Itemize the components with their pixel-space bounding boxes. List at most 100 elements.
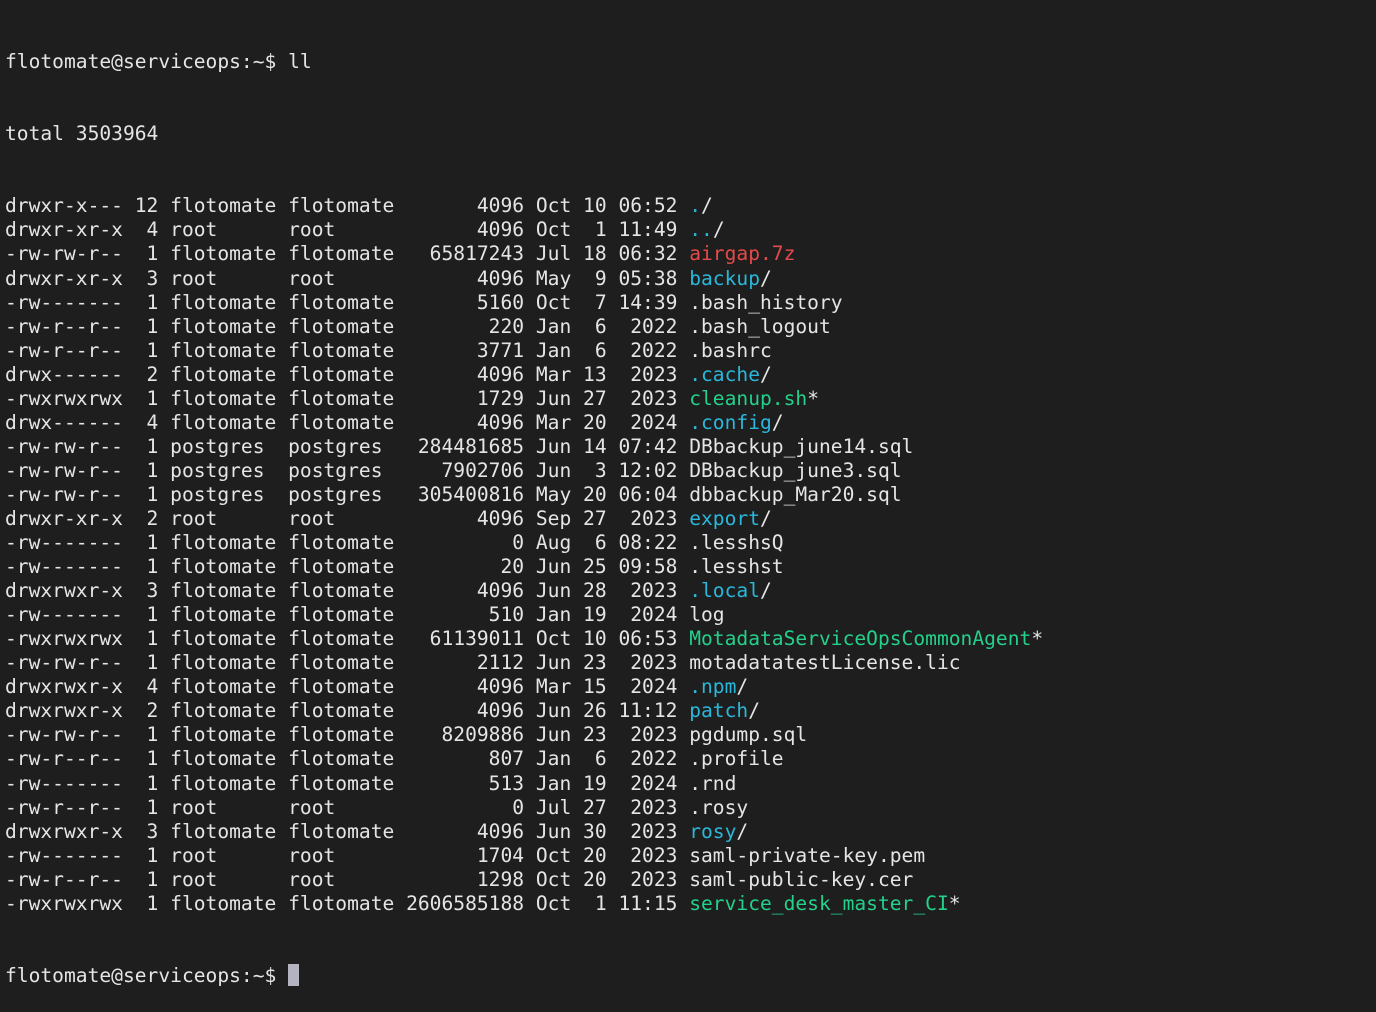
group: root	[288, 218, 407, 242]
file-name: MotadataServiceOpsCommonAgent	[689, 627, 1032, 651]
file-name: rosy	[689, 819, 737, 843]
permissions: -rw-------	[5, 771, 135, 795]
day: 10	[583, 627, 619, 651]
time-or-year: 2024	[618, 603, 690, 627]
file-row: drwxr-xr-x 3 root root 4096 May 9 05:38 …	[5, 267, 1371, 291]
day: 6	[583, 747, 619, 771]
group: postgres	[288, 482, 407, 506]
link-count: 1	[134, 843, 171, 867]
file-row: drwxrwxr-x 4 flotomate flotomate 4096 Ma…	[5, 675, 1371, 699]
file-name: .bashrc	[689, 338, 772, 362]
current-prompt-line[interactable]: flotomate@serviceops:~$	[5, 963, 1371, 988]
type-indicator: /	[760, 579, 772, 603]
file-listing: drwxr-x--- 12 flotomate flotomate 4096 O…	[5, 194, 1371, 915]
link-count: 1	[134, 531, 171, 555]
time-or-year: 2023	[618, 795, 690, 819]
day: 28	[583, 579, 619, 603]
file-name: pgdump.sql	[689, 723, 808, 747]
file-row: -rw-rw-r-- 1 flotomate flotomate 2112 Ju…	[5, 651, 1371, 675]
day: 19	[583, 771, 619, 795]
file-size: 2112	[406, 651, 536, 675]
owner: flotomate	[170, 675, 289, 699]
month: Jan	[535, 771, 584, 795]
type-indicator: /	[701, 194, 713, 218]
time-or-year: 2023	[618, 651, 690, 675]
day: 20	[583, 482, 619, 506]
file-size: 1704	[406, 843, 536, 867]
file-row: -rw-rw-r-- 1 postgres postgres 305400816…	[5, 483, 1371, 507]
month: Mar	[535, 675, 584, 699]
owner: flotomate	[170, 242, 289, 266]
day: 27	[583, 386, 619, 410]
time-or-year: 2022	[618, 314, 690, 338]
file-size: 65817243	[406, 242, 536, 266]
link-count: 1	[134, 771, 171, 795]
time-or-year: 11:49	[618, 218, 690, 242]
time-or-year: 11:15	[618, 891, 690, 915]
total-line: total 3503964	[5, 122, 159, 146]
terminal-window[interactable]: flotomate@serviceops:~$ ll total 3503964…	[5, 2, 1371, 1012]
file-row: drwxr-x--- 12 flotomate flotomate 4096 O…	[5, 194, 1371, 218]
month: Jun	[535, 699, 584, 723]
month: Oct	[535, 867, 584, 891]
day: 15	[583, 675, 619, 699]
link-count: 1	[134, 386, 171, 410]
month: Jan	[535, 338, 584, 362]
file-row: -rwxrwxrwx 1 flotomate flotomate 2606585…	[5, 892, 1371, 916]
file-size: 4096	[406, 194, 536, 218]
group: flotomate	[288, 555, 407, 579]
month: Jul	[535, 795, 584, 819]
day: 23	[583, 651, 619, 675]
file-name: .bash_history	[689, 290, 843, 314]
owner: flotomate	[170, 891, 289, 915]
month: Jan	[535, 314, 584, 338]
group: flotomate	[288, 771, 407, 795]
file-size: 4096	[406, 579, 536, 603]
day: 7	[583, 290, 619, 314]
file-size: 4096	[406, 218, 536, 242]
month: Oct	[535, 843, 584, 867]
file-row: -rw-r--r-- 1 flotomate flotomate 220 Jan…	[5, 315, 1371, 339]
file-row: -rwxrwxrwx 1 flotomate flotomate 6113901…	[5, 627, 1371, 651]
group: flotomate	[288, 891, 407, 915]
owner: root	[170, 867, 289, 891]
link-count: 1	[134, 723, 171, 747]
time-or-year: 12:02	[618, 458, 690, 482]
group: flotomate	[288, 603, 407, 627]
day: 9	[583, 266, 619, 290]
link-count: 1	[134, 482, 171, 506]
type-indicator: /	[712, 218, 725, 242]
file-name: motadatatestLicense.lic	[689, 651, 961, 675]
permissions: -rw-rw-r--	[5, 434, 135, 458]
time-or-year: 2023	[618, 386, 690, 410]
day: 27	[583, 795, 619, 819]
link-count: 1	[134, 434, 171, 458]
owner: postgres	[170, 482, 289, 506]
link-count: 1	[134, 314, 171, 338]
link-count: 1	[134, 555, 171, 579]
time-or-year: 2024	[618, 675, 690, 699]
day: 13	[583, 362, 619, 386]
day: 20	[583, 867, 619, 891]
permissions: -rw-------	[5, 603, 135, 627]
file-name: DBbackup_june3.sql	[689, 458, 902, 482]
time-or-year: 06:53	[618, 627, 690, 651]
time-or-year: 06:52	[618, 194, 690, 218]
file-row: drwx------ 4 flotomate flotomate 4096 Ma…	[5, 411, 1371, 435]
file-size: 61139011	[406, 627, 536, 651]
file-name: DBbackup_june14.sql	[689, 434, 914, 458]
link-count: 1	[134, 747, 171, 771]
file-name: patch	[689, 699, 749, 723]
owner: flotomate	[170, 338, 289, 362]
owner: flotomate	[170, 386, 289, 410]
day: 6	[583, 314, 619, 338]
file-row: -rwxrwxrwx 1 flotomate flotomate 1729 Ju…	[5, 387, 1371, 411]
file-name: backup	[689, 266, 760, 290]
prompt: flotomate@serviceops:~$	[5, 963, 289, 987]
file-row: -rw-rw-r-- 1 flotomate flotomate 8209886…	[5, 723, 1371, 747]
month: Jan	[535, 747, 584, 771]
link-count: 3	[134, 819, 171, 843]
owner: flotomate	[170, 531, 289, 555]
file-name: .lesshst	[689, 555, 784, 579]
link-count: 1	[134, 867, 171, 891]
